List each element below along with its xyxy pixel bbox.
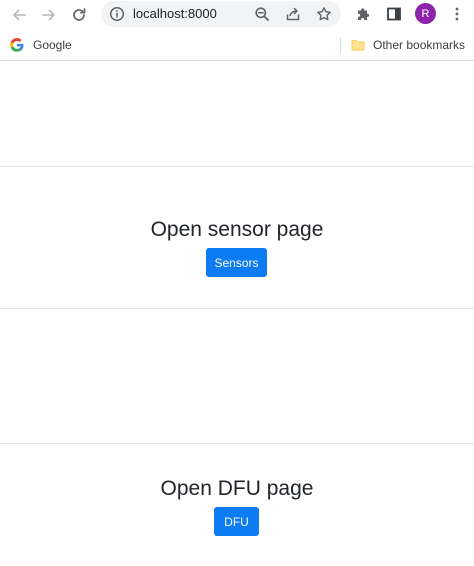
bookmarks-bar: Google Other bookmarks (0, 30, 474, 61)
share-icon (286, 7, 300, 21)
browser-menu-button[interactable] (447, 4, 467, 24)
bookmark-google[interactable]: Google (10, 36, 72, 54)
other-bookmarks-label: Other bookmarks (373, 38, 466, 52)
url-text[interactable]: localhost:8000 (133, 6, 217, 22)
arrow-right-icon (42, 9, 55, 21)
divider (0, 443, 474, 444)
kebab-menu-icon (455, 7, 459, 21)
reload-button[interactable] (68, 4, 90, 26)
profile-avatar[interactable]: R (415, 3, 436, 24)
side-panel-icon (387, 7, 401, 21)
address-bar[interactable]: localhost:8000 (101, 1, 341, 27)
extensions-button[interactable] (353, 4, 373, 24)
page-content: Open sensor page Sensors Open DFU page D… (0, 61, 474, 566)
google-logo-icon (10, 38, 24, 52)
bookmarks-separator (340, 37, 341, 53)
back-button[interactable] (8, 4, 30, 26)
reload-icon (73, 8, 86, 21)
dfu-button[interactable]: DFU (214, 507, 259, 536)
other-bookmarks-button[interactable]: Other bookmarks (351, 36, 465, 54)
arrow-left-icon (13, 9, 26, 21)
bookmark-google-label: Google (33, 38, 72, 52)
info-icon[interactable] (109, 6, 125, 22)
sensors-button[interactable]: Sensors (206, 248, 267, 277)
divider (0, 308, 474, 309)
zoom-button[interactable] (253, 5, 271, 23)
dfu-section-title: Open DFU page (160, 477, 314, 500)
sensor-section-title: Open sensor page (150, 218, 324, 241)
divider (0, 166, 474, 167)
browser-toolbar: localhost:8000 R (0, 0, 474, 30)
puzzle-icon (358, 8, 370, 20)
star-icon (317, 7, 331, 21)
side-panel-button[interactable] (384, 4, 404, 24)
forward-button[interactable] (38, 4, 60, 26)
zoom-out-icon (255, 7, 269, 21)
share-button[interactable] (284, 5, 302, 23)
bookmark-star-button[interactable] (315, 5, 333, 23)
folder-icon (351, 40, 365, 51)
